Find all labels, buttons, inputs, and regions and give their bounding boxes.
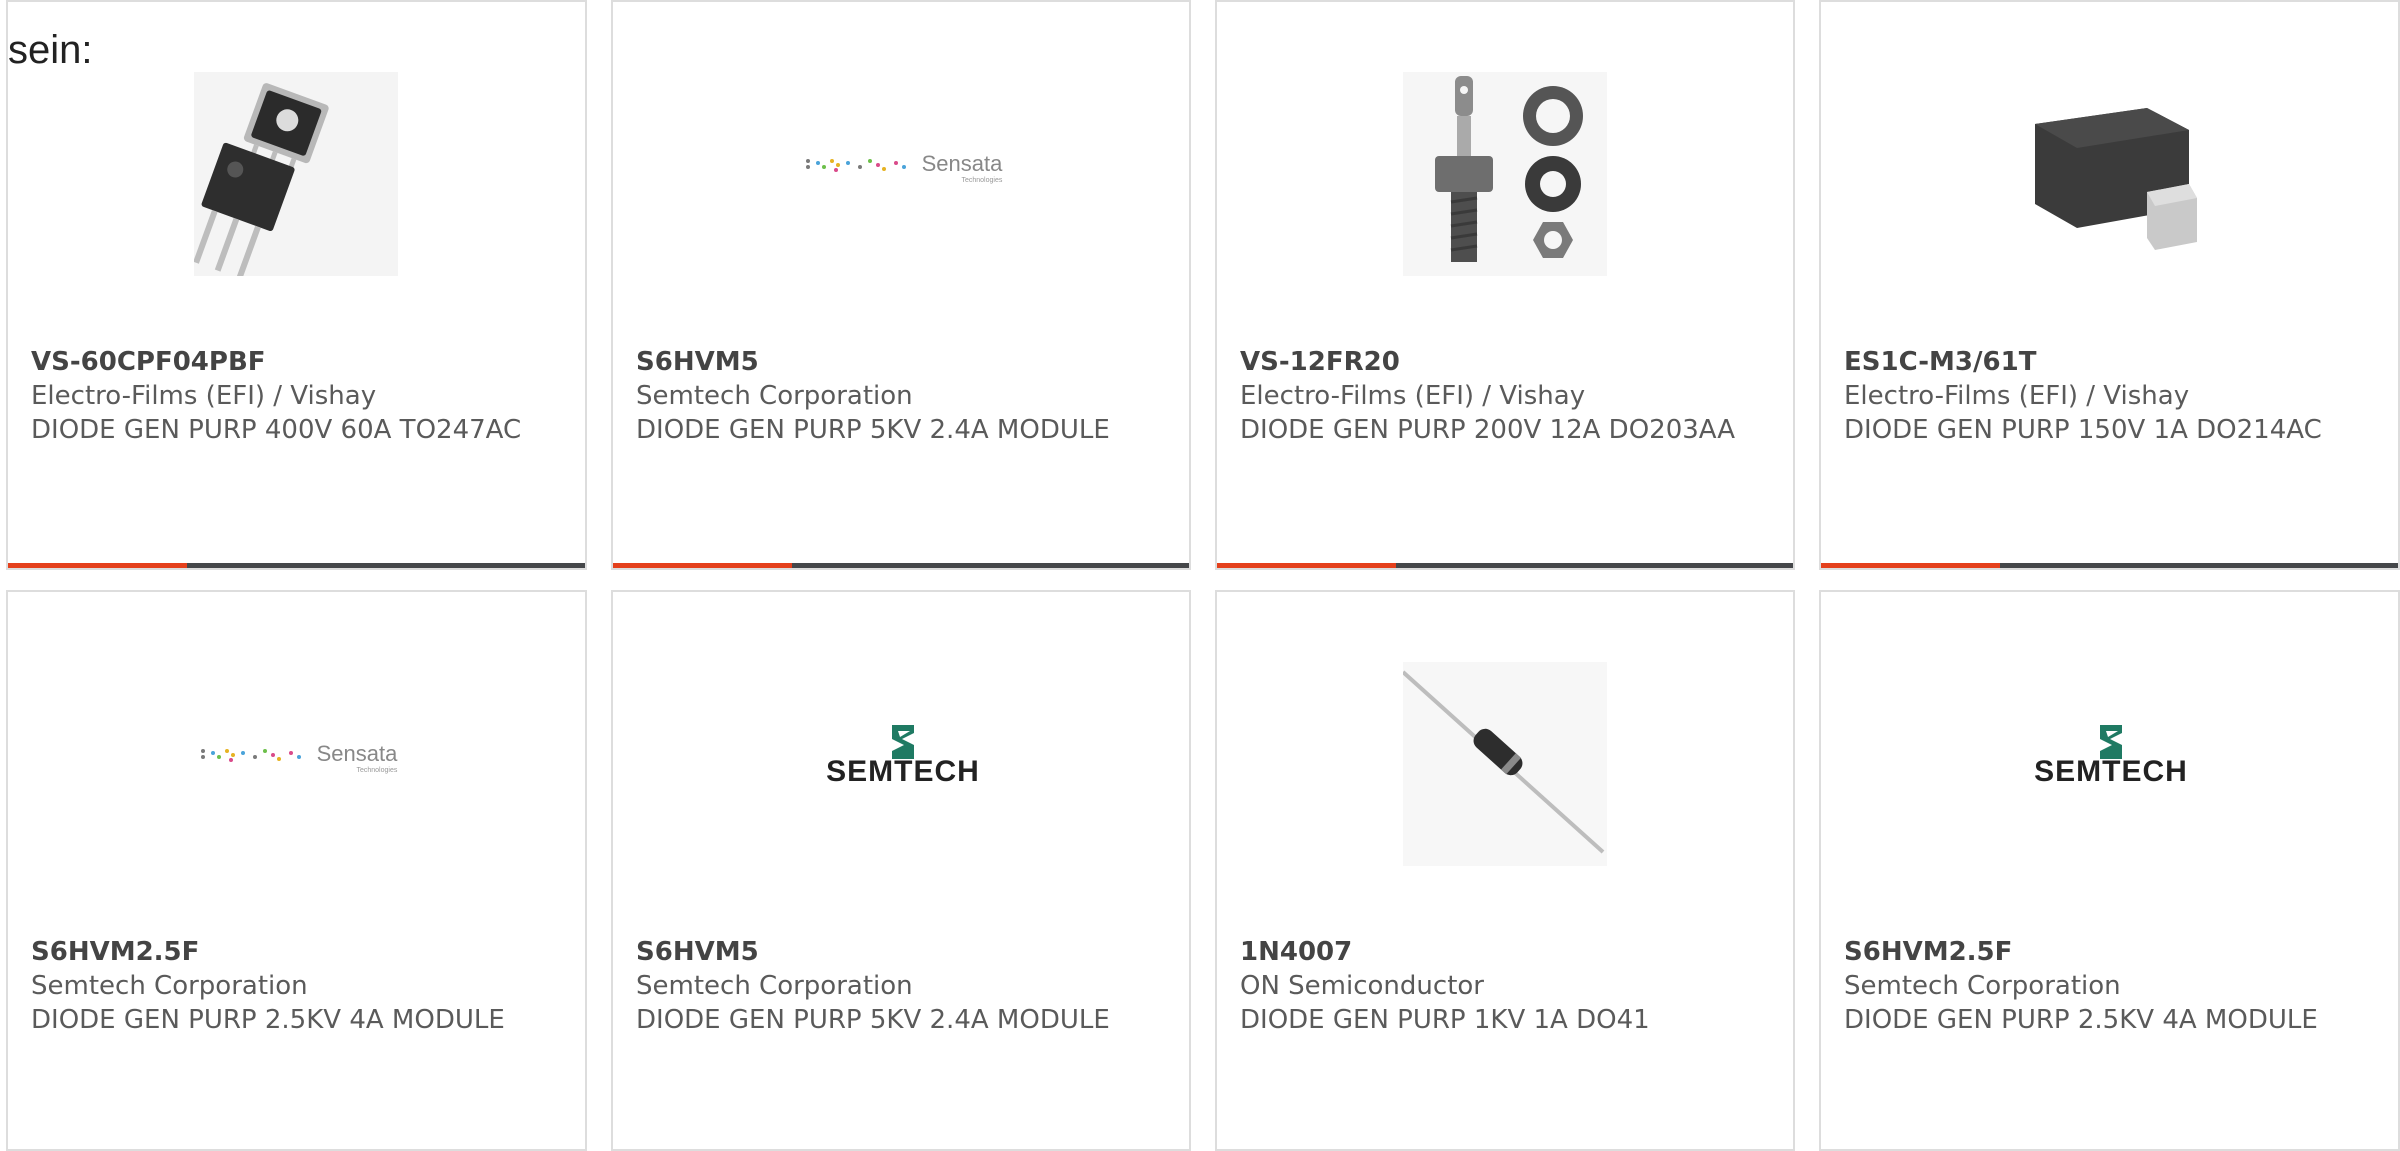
progress-bar-fill — [613, 563, 792, 568]
product-card[interactable]: 1N4007 ON Semiconductor DIODE GEN PURP 1… — [1215, 590, 1795, 1151]
description: DIODE GEN PURP 2.5KV 4A MODULE — [1844, 1005, 2318, 1035]
manufacturer: ON Semiconductor — [1240, 971, 1484, 1001]
progress-bar — [8, 563, 585, 568]
product-card[interactable]: VS-12FR20 Electro-Films (EFI) / Vishay D… — [1215, 0, 1795, 570]
manufacturer: Semtech Corporation — [636, 381, 913, 411]
product-card[interactable]: VS-60CPF04PBF Electro-Films (EFI) / Vish… — [6, 0, 587, 570]
progress-bar — [613, 563, 1189, 568]
manufacturer: Electro-Films (EFI) / Vishay — [1240, 381, 1586, 411]
manufacturer: Semtech Corporation — [636, 971, 913, 1001]
part-number[interactable]: S6HVM2.5F — [31, 935, 571, 969]
part-number[interactable]: VS-60CPF04PBF — [31, 345, 571, 379]
description: DIODE GEN PURP 2.5KV 4A MODULE — [31, 1005, 505, 1035]
semtech-logo: SEMTECH — [2001, 712, 2221, 802]
axial-diode-icon — [1403, 662, 1607, 866]
description: DIODE GEN PURP 5KV 2.4A MODULE — [636, 415, 1110, 445]
part-number[interactable]: S6HVM5 — [636, 935, 1176, 969]
product-card[interactable]: SEMTECH S6HVM2.5F Semtech Corporation DI… — [1819, 590, 2400, 1151]
manufacturer: Electro-Films (EFI) / Vishay — [31, 381, 377, 411]
semtech-mark-icon — [2100, 725, 2122, 759]
progress-bar — [1821, 563, 2398, 568]
part-number[interactable]: S6HVM2.5F — [1844, 935, 2384, 969]
progress-bar — [1217, 563, 1793, 568]
logo-subtext: Technologies — [356, 766, 398, 774]
progress-bar-fill — [1821, 563, 2000, 568]
logo-subtext: Technologies — [961, 176, 1003, 184]
description: DIODE GEN PURP 150V 1A DO214AC — [1844, 415, 2322, 445]
to247-package-icon — [194, 72, 398, 276]
part-number[interactable]: ES1C-M3/61T — [1844, 345, 2384, 379]
intro-text: sein: — [8, 28, 93, 72]
manufacturer: Semtech Corporation — [1844, 971, 2121, 1001]
logo-text: SEMTECH — [2034, 755, 2188, 788]
semtech-mark-icon — [892, 725, 914, 759]
logo-text: Sensata — [921, 150, 1003, 176]
sensata-logo: Sensata Technologies — [793, 102, 1013, 232]
part-number[interactable]: VS-12FR20 — [1240, 345, 1780, 379]
semtech-logo: SEMTECH — [793, 712, 1013, 802]
part-number[interactable]: S6HVM5 — [636, 345, 1176, 379]
description: DIODE GEN PURP 400V 60A TO247AC — [31, 415, 522, 445]
description: DIODE GEN PURP 5KV 2.4A MODULE — [636, 1005, 1110, 1035]
part-number[interactable]: 1N4007 — [1240, 935, 1780, 969]
product-card[interactable]: Sensata Technologies S6HVM2.5F Semtech C… — [6, 590, 587, 1151]
description: DIODE GEN PURP 200V 12A DO203AA — [1240, 415, 1736, 445]
smd-package-icon — [2007, 72, 2211, 276]
manufacturer: Electro-Films (EFI) / Vishay — [1844, 381, 2190, 411]
product-card[interactable]: Sensata Technologies S6HVM5 Semtech Corp… — [611, 0, 1191, 570]
sensata-logo: Sensata Technologies — [188, 692, 408, 822]
logo-text: SEMTECH — [826, 755, 980, 788]
progress-bar-fill — [1217, 563, 1396, 568]
stud-diode-icon — [1403, 72, 1607, 276]
product-grid: VS-60CPF04PBF Electro-Films (EFI) / Vish… — [0, 0, 2400, 1151]
product-card[interactable]: SEMTECH S6HVM5 Semtech Corporation DIODE… — [611, 590, 1191, 1151]
progress-bar-fill — [8, 563, 187, 568]
manufacturer: Semtech Corporation — [31, 971, 308, 1001]
product-card[interactable]: ES1C-M3/61T Electro-Films (EFI) / Vishay… — [1819, 0, 2400, 570]
logo-text: Sensata — [316, 740, 398, 766]
description: DIODE GEN PURP 1KV 1A DO41 — [1240, 1005, 1650, 1035]
